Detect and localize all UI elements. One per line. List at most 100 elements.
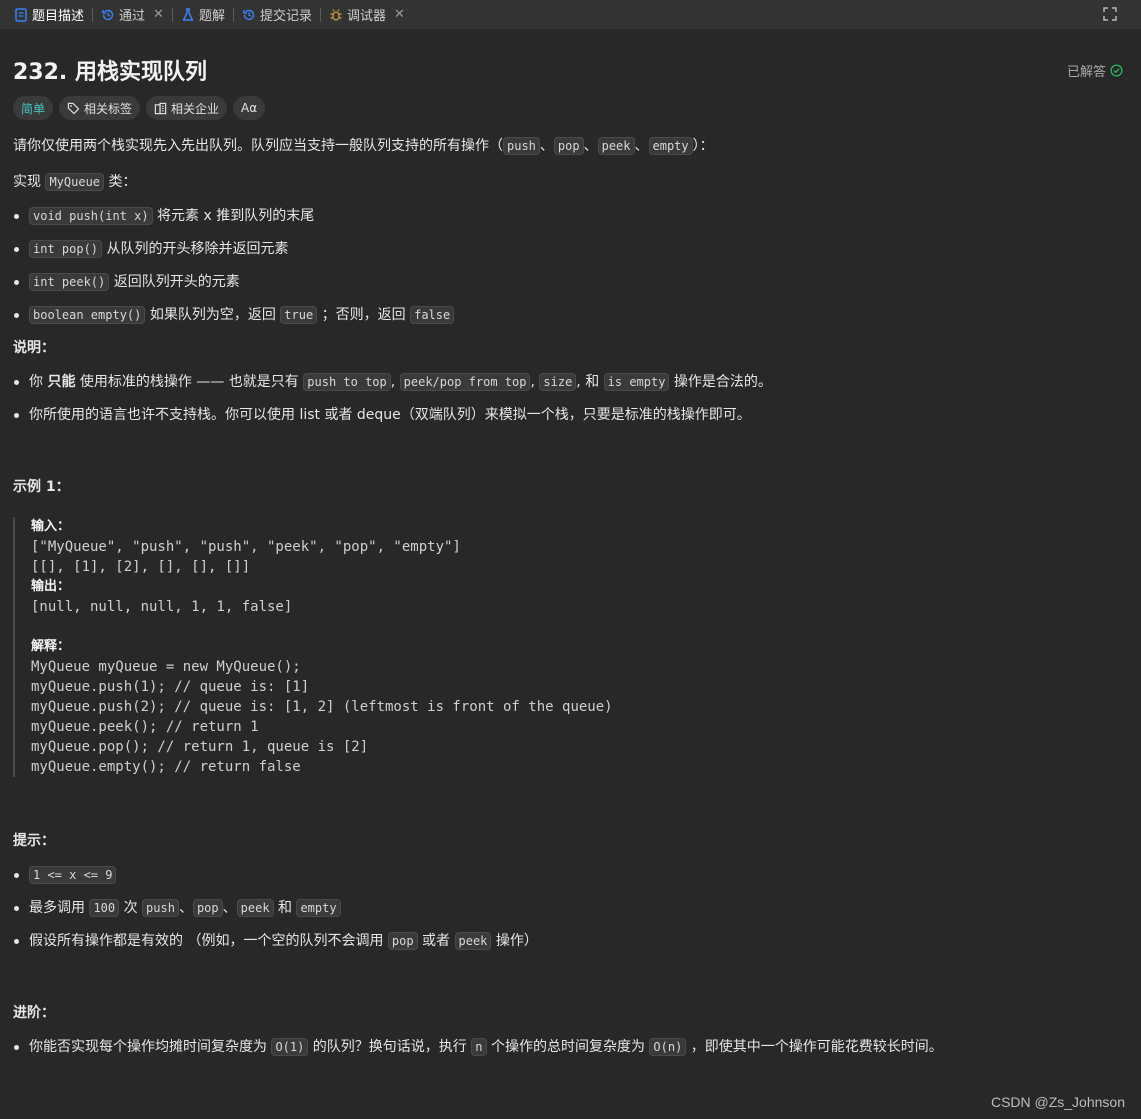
- inline-code: empty: [296, 899, 341, 917]
- solved-label: 已解答: [1066, 64, 1106, 80]
- inline-code: void push(int x): [29, 207, 153, 225]
- list-item: 最多调用 100 次 push、 pop、 peek 和 empty: [13, 898, 1128, 918]
- note-text: , 和: [576, 374, 604, 390]
- inline-code: size: [539, 373, 577, 391]
- hint-text: 次: [119, 900, 143, 916]
- difficulty-badge[interactable]: 简单: [13, 96, 54, 120]
- tab-label: 调试器: [346, 9, 386, 24]
- example-line: myQueue.push(2); // queue is: [1, 2] (le…: [31, 699, 613, 715]
- hint-text: 和: [273, 900, 297, 916]
- list-item: 1 <= x <= 9: [13, 865, 1128, 885]
- related-companies-button[interactable]: 相关企业: [146, 96, 228, 120]
- advanced-heading: 进阶：: [13, 1005, 55, 1021]
- advanced-text: 的队列？换句话说，执行: [308, 1039, 472, 1055]
- output-label: 输出：: [31, 579, 71, 594]
- inline-code: 100: [89, 899, 120, 917]
- list-item: boolean empty() 如果队列为空，返回 true ；否则，返回 fa…: [13, 305, 1128, 325]
- document-icon: [14, 7, 28, 22]
- inline-code: peek/pop from top: [399, 373, 531, 391]
- flask-icon: [181, 7, 195, 22]
- tab-separator: [319, 7, 321, 22]
- method-desc: 从队列的开头移除并返回元素: [102, 241, 289, 257]
- font-size-button[interactable]: Aα: [233, 96, 266, 120]
- history-icon: [242, 8, 256, 22]
- list-item: 你所使用的语言也许不支持栈。你可以使用 list 或者 deque（双端队列）来…: [13, 405, 1128, 425]
- notes-list: 你 只能 使用标准的栈操作 —— 也就是只有 push to top, peek…: [13, 372, 1128, 425]
- tab-label: 题解: [198, 9, 225, 24]
- advanced-list: 你能否实现每个操作均摊时间复杂度为 O(1) 的队列？换句话说，执行 n 个操作…: [13, 1037, 1128, 1057]
- separator: 、: [539, 138, 554, 154]
- notes-heading: 说明：: [13, 340, 55, 356]
- example-heading: 示例 1：: [13, 479, 70, 495]
- building-icon: [154, 102, 167, 114]
- hint-text: 操作）: [491, 933, 538, 949]
- inline-code: push: [142, 899, 179, 917]
- inline-code: O(n): [649, 1038, 687, 1056]
- inline-code: true: [280, 306, 318, 324]
- hints-list: 1 <= x <= 9 最多调用 100 次 push、 pop、 peek 和 e…: [13, 865, 1128, 951]
- inline-code: int pop(): [29, 240, 103, 258]
- advanced-text: ，即使其中一个操作可能花费较长时间。: [686, 1039, 943, 1055]
- tab-solutions[interactable]: 题解: [175, 0, 231, 30]
- list-item: 你能否实现每个操作均摊时间复杂度为 O(1) 的队列？换句话说，执行 n 个操作…: [13, 1037, 1128, 1057]
- tab-description[interactable]: 题目描述: [8, 0, 90, 30]
- inline-code: MyQueue: [45, 173, 105, 191]
- check-circle-icon: [1110, 63, 1123, 77]
- inline-code: int peek(): [29, 273, 110, 291]
- hint-text: 假设所有操作都是有效的 （例如，一个空的队列不会调用: [29, 933, 388, 949]
- tag-icon: [67, 102, 80, 114]
- watermark: CSDN @Zs_Johnson: [990, 1094, 1125, 1110]
- inline-code: pop: [387, 932, 418, 950]
- tab-label: 通过: [119, 9, 146, 24]
- inline-code: peek: [597, 137, 635, 155]
- note-bold: 只能: [47, 374, 76, 390]
- inline-code: push: [503, 137, 540, 155]
- note-text: 你: [29, 374, 48, 390]
- separator: 、: [583, 138, 598, 154]
- list-item: void push(int x) 将元素 x 推到队列的末尾: [13, 206, 1128, 226]
- related-companies-label: 相关企业: [171, 101, 220, 116]
- fullscreen-icon[interactable]: [1103, 7, 1119, 23]
- tab-label: 提交记录: [259, 9, 312, 24]
- close-icon[interactable]: ✕: [153, 7, 164, 22]
- inline-code: is empty: [603, 373, 670, 391]
- list-item: int pop() 从队列的开头移除并返回元素: [13, 239, 1128, 259]
- tab-separator: [92, 7, 94, 22]
- bug-icon: [329, 8, 343, 22]
- intro-text: 请你仅使用两个栈实现先入先出队列。队列应当支持一般队列支持的所有操作（: [13, 138, 503, 154]
- inline-code: peek: [454, 932, 492, 950]
- list-item: int peek() 返回队列开头的元素: [13, 272, 1128, 292]
- page-title: 232. 用栈实现队列: [13, 60, 207, 85]
- method-list: void push(int x) 将元素 x 推到队列的末尾 int pop()…: [13, 206, 1128, 325]
- example-line: myQueue.push(1); // queue is: [1]: [31, 679, 310, 695]
- impl-paragraph: 实现 MyQueue 类：: [13, 172, 1128, 192]
- list-item: 假设所有操作都是有效的 （例如，一个空的队列不会调用 pop 或者 peek 操…: [13, 931, 1128, 951]
- example-line: myQueue.empty(); // return false: [31, 759, 301, 775]
- problem-content: 232. 用栈实现队列 已解答 简单 相关标签 相关企业 Aα 请你仅使用两个栈…: [0, 54, 1141, 1057]
- inline-code: boolean empty(): [29, 306, 146, 324]
- tab-accepted[interactable]: 通过 ✕: [95, 0, 170, 30]
- example-line: myQueue.peek(); // return 1: [31, 719, 259, 735]
- advanced-text: 你能否实现每个操作均摊时间复杂度为: [29, 1039, 272, 1055]
- close-icon[interactable]: ✕: [394, 7, 405, 22]
- inline-code: 1 <= x <= 9: [29, 866, 117, 884]
- method-desc: 返回队列开头的元素: [109, 274, 240, 290]
- example-line: ["MyQueue", "push", "push", "peek", "pop…: [31, 539, 461, 555]
- tag-chips: 简单 相关标签 相关企业 Aα: [13, 96, 1128, 120]
- list-item: 你 只能 使用标准的栈操作 —— 也就是只有 push to top, peek…: [13, 372, 1128, 392]
- example-line: MyQueue myQueue = new MyQueue();: [31, 659, 301, 675]
- related-tags-button[interactable]: 相关标签: [59, 96, 141, 120]
- tab-submissions[interactable]: 提交记录: [236, 0, 318, 30]
- tab-separator: [232, 7, 234, 22]
- history-icon: [101, 8, 115, 22]
- solved-status: 已解答: [1067, 61, 1123, 80]
- intro-paragraph: 请你仅使用两个栈实现先入先出队列。队列应当支持一般队列支持的所有操作（ push、…: [13, 136, 1128, 156]
- tab-label: 题目描述: [32, 9, 85, 24]
- example-line: [null, null, null, 1, 1, false]: [31, 599, 293, 615]
- method-desc: ；否则，返回: [317, 307, 411, 323]
- tab-debugger[interactable]: 调试器 ✕: [323, 0, 411, 30]
- inline-code: peek: [236, 899, 274, 917]
- inline-code: O(1): [271, 1038, 309, 1056]
- separator: 、: [634, 138, 649, 154]
- input-label: 输入：: [31, 519, 71, 534]
